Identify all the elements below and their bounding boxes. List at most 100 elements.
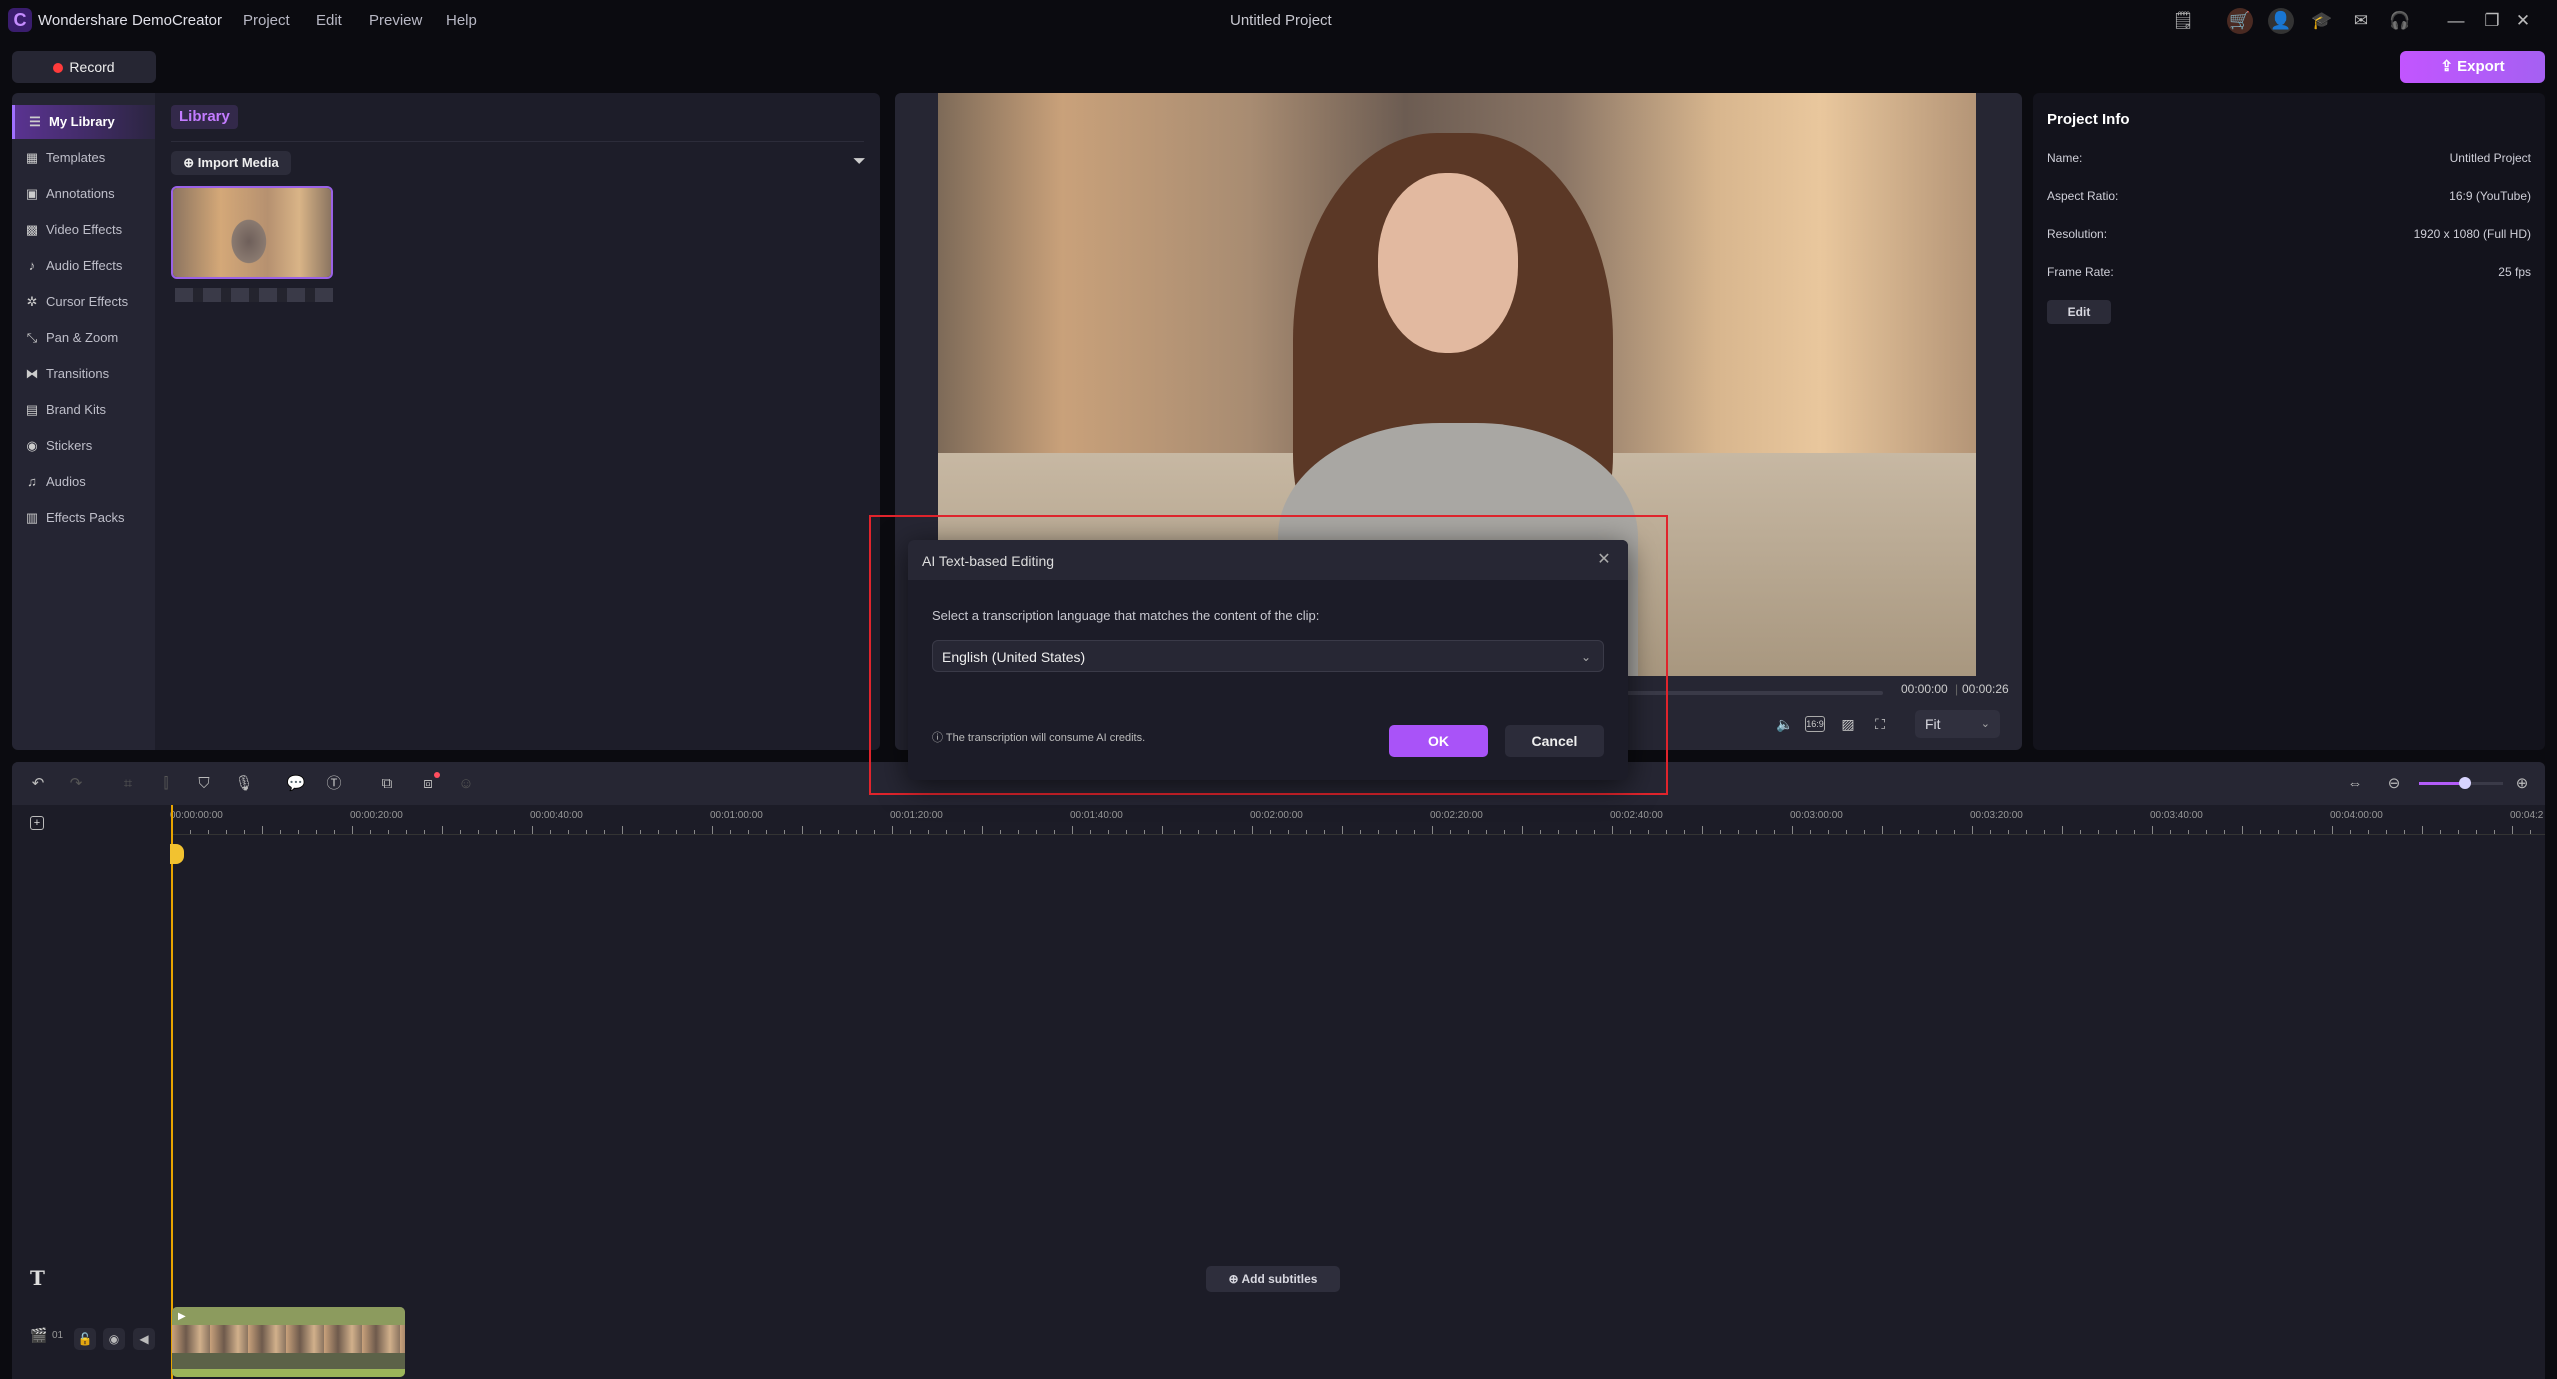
ruler-tick: [1756, 830, 1757, 834]
sidebar-item-video-effects[interactable]: ▩ Video Effects: [12, 213, 155, 247]
timeline-ruler[interactable]: 00:00:00:00 00:00:20:00 00:00:40:00 00:01:0…: [170, 805, 2545, 835]
support-icon[interactable]: 🎧: [2387, 8, 2413, 34]
project-info-panel: Project Info Name: Untitled Project Aspect…: [2033, 93, 2545, 750]
ruler-tick: [1396, 830, 1397, 834]
edit-project-button[interactable]: Edit: [2047, 300, 2111, 324]
zoom-out-icon[interactable]: ⊖: [2382, 772, 2406, 796]
plus-circle-icon: ⊕: [1228, 1272, 1242, 1286]
ruler-label: 00:00:00:00: [170, 810, 223, 821]
ruler-tick: [1684, 830, 1685, 834]
ruler-tick: [820, 830, 821, 834]
sidebar-item-audio-effects[interactable]: ♪ Audio Effects: [12, 249, 155, 283]
sidebar-item-effects-packs[interactable]: ▥ Effects Packs: [12, 501, 155, 535]
ruler-tick: [1720, 830, 1721, 834]
ruler-tick: [2350, 830, 2351, 834]
sidebar-item-templates[interactable]: ▦ Templates: [12, 141, 155, 175]
ruler-tick: [478, 830, 479, 834]
zoom-slider-handle[interactable]: [2459, 777, 2472, 789]
fullscreen-icon[interactable]: ⛶: [1869, 713, 1891, 735]
ruler-label: 00:03:00:00: [1790, 810, 1843, 821]
ruler-tick: [2188, 830, 2189, 834]
cancel-button[interactable]: Cancel: [1505, 725, 1604, 757]
add-track-icon[interactable]: +: [30, 816, 44, 830]
import-media-label: Import Media: [197, 155, 279, 170]
video-clip[interactable]: ▶: [172, 1307, 405, 1377]
account-icon[interactable]: 👤: [2268, 8, 2294, 34]
add-subtitles-button[interactable]: ⊕ Add subtitles: [1206, 1266, 1340, 1292]
crop-icon[interactable]: ⌗: [116, 772, 140, 796]
sidebar-item-pan-zoom[interactable]: ⤡ Pan & Zoom: [12, 321, 155, 355]
sidebar-item-label: Video Effects: [46, 222, 123, 237]
sidebar-item-transitions[interactable]: ⧓ Transitions: [12, 357, 155, 391]
playhead-handle[interactable]: [170, 844, 184, 864]
ai-text-editing-icon[interactable]: ⧈: [416, 772, 440, 796]
record-button[interactable]: Record: [12, 51, 156, 83]
ruler-tick: [550, 830, 551, 834]
ruler-tick: [694, 830, 695, 834]
ruler-tick: [208, 830, 209, 834]
avatar-icon[interactable]: ☺: [454, 772, 478, 796]
text-box-icon[interactable]: Ⓣ: [322, 772, 346, 796]
notes-icon[interactable]: 🗒: [2170, 8, 2196, 34]
upload-icon: ⇪: [2440, 58, 2458, 75]
timeline-zoom-slider[interactable]: [2419, 777, 2503, 789]
lock-icon[interactable]: 🔓: [74, 1328, 96, 1350]
import-media-button[interactable]: ⊕ Import Media: [171, 151, 291, 175]
ruler-tick: [928, 830, 929, 834]
menu-help[interactable]: Help: [446, 12, 477, 29]
pack-icon: ▥: [25, 510, 39, 525]
close-icon[interactable]: ✕: [1592, 548, 1616, 572]
tutorial-icon[interactable]: 🎓: [2309, 8, 2335, 34]
cart-icon[interactable]: 🛒: [2227, 8, 2253, 34]
marker-icon[interactable]: ⛉: [192, 772, 216, 796]
background-icon[interactable]: ▨: [1837, 713, 1859, 735]
ruler-tick: [568, 830, 569, 834]
sidebar-item-stickers[interactable]: ◉ Stickers: [12, 429, 155, 463]
microphone-icon[interactable]: 🎙: [232, 772, 256, 796]
export-button[interactable]: ⇪ Export: [2400, 51, 2545, 83]
filter-icon[interactable]: ⏷: [853, 153, 866, 171]
ruler-tick: [2026, 830, 2027, 834]
ruler-label: 00:04:00:00: [2330, 810, 2383, 821]
redo-icon[interactable]: ↷: [64, 772, 88, 796]
ruler-tick: [676, 830, 677, 834]
preview-zoom-select[interactable]: Fit ⌄: [1915, 710, 2000, 738]
volume-icon[interactable]: 🔈: [1774, 713, 1796, 735]
video-person-face: [1378, 173, 1518, 353]
language-select[interactable]: English (United States) ⌄: [932, 640, 1604, 672]
ruler-tick: [1792, 826, 1793, 834]
aspect-ratio-icon[interactable]: 16:9: [1805, 716, 1825, 732]
mute-icon[interactable]: ◀: [133, 1328, 155, 1350]
ok-button[interactable]: OK: [1389, 725, 1488, 757]
ruler-tick: [1612, 826, 1613, 834]
sidebar-item-annotations[interactable]: ▣ Annotations: [12, 177, 155, 211]
mail-icon[interactable]: ✉: [2348, 8, 2374, 34]
ruler-tick: [2458, 830, 2459, 834]
undo-icon[interactable]: ↶: [26, 772, 50, 796]
menu-preview[interactable]: Preview: [369, 12, 422, 29]
split-icon[interactable]: ⫿: [154, 772, 178, 796]
sidebar-item-brand-kits[interactable]: ▤ Brand Kits: [12, 393, 155, 427]
menu-edit[interactable]: Edit: [316, 12, 342, 29]
zoom-select-value: Fit: [1925, 716, 1941, 732]
fit-timeline-icon[interactable]: ⇔: [2343, 772, 2367, 796]
comment-icon[interactable]: 💬: [284, 772, 308, 796]
playhead[interactable]: [171, 805, 173, 1379]
menu-project[interactable]: Project: [243, 12, 290, 29]
ruler-tick: [856, 830, 857, 834]
pan-zoom-icon: ⤡: [26, 330, 38, 345]
eye-icon[interactable]: ◉: [103, 1328, 125, 1350]
zoom-in-icon[interactable]: ⊕: [2510, 772, 2534, 796]
tab-library[interactable]: Library: [171, 105, 238, 129]
sidebar: ☰ My Library ▦ Templates ▣ Annotations ▩ Video …: [12, 93, 155, 750]
ruler-tick: [784, 830, 785, 834]
media-thumbnail[interactable]: [171, 186, 333, 279]
export-label: Export: [2457, 58, 2505, 75]
sidebar-item-cursor-effects[interactable]: ✲ Cursor Effects: [12, 285, 155, 319]
minimize-icon[interactable]: —: [2443, 8, 2469, 34]
restore-icon[interactable]: ❐: [2479, 8, 2505, 34]
close-icon[interactable]: ✕: [2510, 8, 2536, 34]
subtitle-icon[interactable]: ⧉: [375, 772, 399, 796]
sidebar-item-my-library[interactable]: ☰ My Library: [12, 105, 155, 139]
sidebar-item-audios[interactable]: ♫ Audios: [12, 465, 155, 499]
